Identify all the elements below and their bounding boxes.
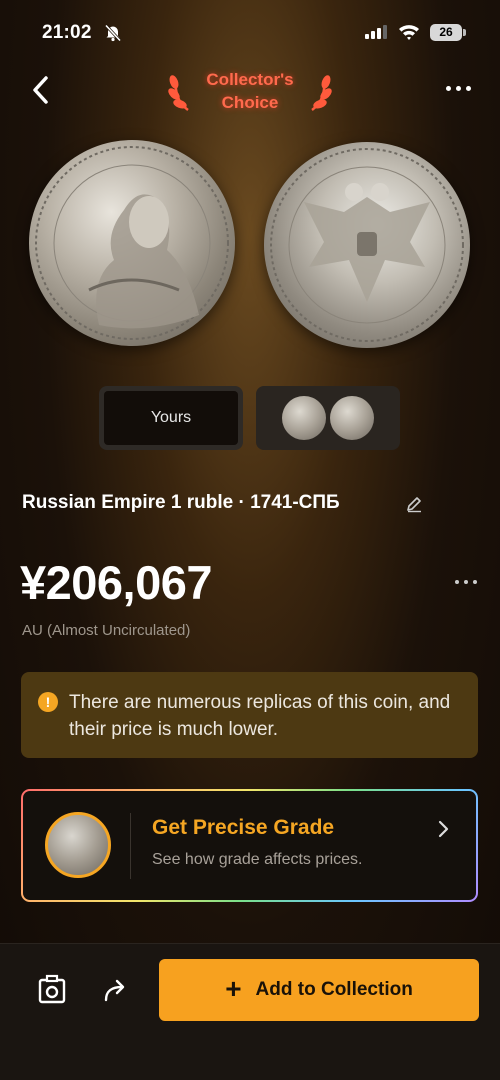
thumbnail-reference[interactable]	[256, 386, 400, 450]
coin-reverse-art	[270, 148, 464, 342]
mini-coin-obverse	[282, 396, 326, 440]
status-time: 21:02	[42, 22, 92, 43]
get-precise-grade-card[interactable]: Get Precise Grade See how grade affects …	[21, 789, 478, 902]
collectors-choice-badge: Collector's Choice	[168, 66, 332, 116]
price-more-button[interactable]	[446, 570, 486, 594]
coin-grade: AU (Almost Uncirculated)	[22, 622, 191, 639]
mini-coin-reverse	[330, 396, 374, 440]
status-bar: 21:02 26	[0, 0, 500, 62]
add-to-collection-button[interactable]: + Add to Collection	[159, 959, 479, 1021]
coin-obverse-art	[35, 146, 229, 340]
laurel-icon	[311, 75, 332, 112]
grade-card-title: Get Precise Grade	[152, 816, 335, 839]
badge-line2: Choice	[221, 93, 279, 112]
back-button[interactable]	[26, 70, 60, 110]
ellipsis-dot	[473, 580, 477, 584]
scan-icon[interactable]	[36, 974, 68, 1011]
bottom-action-bar: + Add to Collection	[0, 943, 500, 1080]
battery-icon: 26	[430, 24, 462, 41]
badge-label: Collector's Choice	[186, 68, 314, 114]
wifi-icon	[398, 24, 420, 45]
ellipsis-icon	[455, 580, 459, 584]
thumbnail-yours-label: Yours	[104, 391, 238, 445]
more-options-button[interactable]	[438, 74, 478, 102]
coin-price: ¥206,067	[20, 556, 213, 609]
edit-icon[interactable]	[404, 494, 424, 519]
grade-card-subtitle: See how grade affects prices.	[152, 851, 363, 868]
ellipsis-dot	[465, 85, 471, 91]
coin-reverse-image[interactable]	[264, 142, 470, 348]
exclamation-circle-icon: !	[38, 692, 58, 712]
grade-card-body: Get Precise Grade See how grade affects …	[23, 791, 476, 900]
battery-tip	[463, 29, 466, 36]
badge-line1: Collector's	[206, 70, 294, 89]
coin-obverse-image[interactable]	[29, 140, 235, 346]
chevron-right-icon	[438, 820, 449, 838]
add-to-collection-label: Add to Collection	[255, 979, 413, 1000]
ellipsis-icon	[445, 85, 451, 91]
divider	[130, 813, 131, 879]
coin-title: Russian Empire 1 ruble · 1741-СПБ	[22, 492, 340, 513]
plus-icon: +	[225, 972, 242, 1004]
thumbnail-yours[interactable]: Yours	[99, 386, 243, 450]
share-icon[interactable]	[102, 976, 132, 1009]
screen: 21:02 26 Collector's Choice Yours Russia…	[0, 0, 500, 1080]
bell-slash-icon	[103, 23, 123, 48]
chevron-left-icon	[33, 76, 48, 104]
warning-text: There are numerous replicas of this coin…	[69, 692, 451, 740]
replica-warning: ! There are numerous replicas of this co…	[21, 672, 478, 758]
ellipsis-dot	[455, 85, 461, 91]
grade-coin-image	[45, 812, 111, 878]
ellipsis-dot	[464, 580, 468, 584]
signal-icon	[365, 25, 387, 44]
